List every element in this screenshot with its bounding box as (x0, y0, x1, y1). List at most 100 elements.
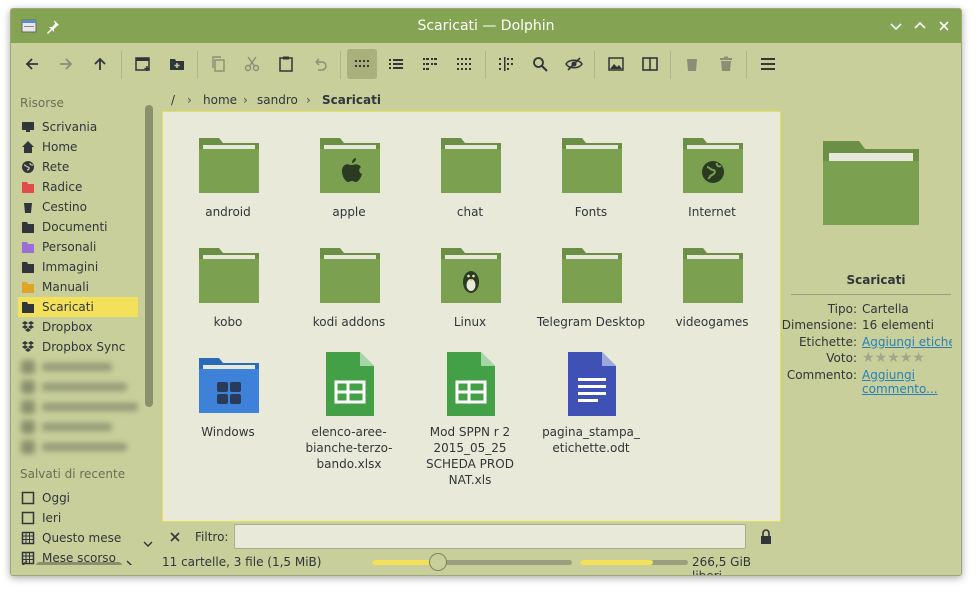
folder-icon (439, 242, 503, 306)
sidebar-item-hidden[interactable] (18, 377, 138, 397)
folder-item[interactable]: chat (410, 132, 530, 232)
star-icon[interactable]: ★ (887, 350, 900, 366)
details-view-button[interactable] (381, 49, 411, 79)
sidebar-item-hidden[interactable] (18, 397, 138, 417)
split-view-button[interactable] (635, 49, 665, 79)
sidebar-item-manuali[interactable]: Manuali (18, 277, 138, 297)
desktop-icon (22, 122, 34, 132)
file-name: kobo (213, 315, 243, 329)
trash-icon (23, 201, 33, 213)
folder-item[interactable]: android (168, 132, 288, 232)
sidebar-item-hidden[interactable] (18, 357, 138, 377)
sidebar-item-scaricati[interactable]: Scaricati (18, 297, 138, 317)
file-item[interactable]: pagina_stampa_ etichette.odt (531, 352, 651, 455)
titlebar[interactable]: Scaricati — Dolphin (11, 9, 961, 43)
preview-view-button[interactable] (449, 49, 479, 79)
sidebar-hscrollbar[interactable] (36, 562, 122, 565)
folder-item[interactable]: kodi addons (289, 242, 409, 342)
maximize-icon[interactable] (911, 17, 929, 35)
scroll-right-icon[interactable] (124, 559, 134, 565)
trash-button[interactable] (677, 49, 707, 79)
minimize-icon[interactable] (887, 17, 905, 35)
breadcrumb-home[interactable]: home (203, 93, 237, 107)
breadcrumb-sandro[interactable]: sandro (257, 93, 298, 107)
file-name: Windows (201, 425, 255, 439)
breadcrumb-root[interactable]: / (171, 93, 175, 107)
trash-icon (686, 57, 698, 71)
rating-stars[interactable]: ★★★★★ (862, 350, 925, 366)
menu-button[interactable] (753, 49, 783, 79)
folder-item[interactable]: Windows (168, 352, 288, 452)
add-tags-link[interactable]: Aggiungi etichett (862, 335, 952, 349)
sidebar-item-questo-mese[interactable]: Questo mese (18, 528, 138, 548)
sidebar-item-ieri[interactable]: Ieri (18, 508, 138, 528)
device-icon (21, 360, 35, 374)
breadcrumb-current[interactable]: Scaricati (322, 93, 381, 107)
search-button[interactable] (525, 49, 555, 79)
split-columns-button[interactable] (491, 49, 521, 79)
sidebar-scrollbar[interactable] (145, 105, 153, 407)
sidebar-item-documenti[interactable]: Documenti (18, 217, 138, 237)
forward-button[interactable] (51, 49, 81, 79)
sidebar-item-dropbox[interactable]: Dropbox (18, 317, 138, 337)
star-icon[interactable]: ★ (862, 350, 875, 366)
folder-item[interactable]: kobo (168, 242, 288, 342)
sidebar-item-hidden[interactable] (18, 417, 138, 437)
preview-image-icon (608, 57, 624, 71)
back-button[interactable] (17, 49, 47, 79)
folder-item[interactable]: Linux (410, 242, 530, 342)
lock-icon[interactable] (759, 529, 773, 545)
star-icon[interactable]: ★ (900, 350, 913, 366)
compact-view-button[interactable] (415, 49, 445, 79)
downloads-folder-icon (22, 302, 34, 313)
star-icon[interactable]: ★ (875, 350, 888, 366)
sidebar-item-home[interactable]: Home (18, 137, 138, 157)
split-view-icon (642, 57, 658, 71)
free-space-text: 266,5 GiB liberi (692, 555, 752, 576)
sidebar-item-oggi[interactable]: Oggi (18, 488, 138, 508)
preview-image-button[interactable] (601, 49, 631, 79)
folder-item[interactable]: Telegram Desktop (531, 242, 651, 342)
scroll-left-icon[interactable] (20, 559, 30, 565)
sidebar-item-cestino[interactable]: Cestino (18, 197, 138, 217)
add-comment-link[interactable]: Aggiungi commento... (862, 368, 938, 396)
zoom-slider[interactable] (372, 553, 572, 571)
folder-item[interactable]: Internet (652, 132, 772, 232)
new-window-button[interactable] (128, 49, 158, 79)
sidebar-item-rete[interactable]: Rete (18, 157, 138, 177)
file-item[interactable]: Mod SPPN r 2 2015_05_25 SCHEDA PROD NAT.… (410, 352, 530, 487)
close-icon[interactable] (935, 17, 953, 35)
network-icon (22, 161, 34, 173)
zoom-slider-handle[interactable] (429, 553, 447, 571)
device-icon (21, 420, 35, 434)
paste-button[interactable] (271, 49, 301, 79)
sidebar-item-immagini[interactable]: Immagini (18, 257, 138, 277)
copy-button[interactable] (203, 49, 233, 79)
hidden-files-icon (565, 57, 583, 71)
filter-label: Filtro: (195, 530, 229, 544)
info-panel: Scaricati Tipo: Cartella Dimensione: 16 … (782, 87, 961, 565)
sidebar-item-radice[interactable]: Radice (18, 177, 138, 197)
star-icon[interactable]: ★ (912, 350, 925, 366)
sidebar-item-scrivania[interactable]: Scrivania (18, 117, 138, 137)
cut-button[interactable] (237, 49, 267, 79)
scroll-down-icon[interactable] (142, 539, 154, 549)
sidebar-item-label: Personali (42, 240, 97, 254)
hidden-files-button[interactable] (559, 49, 589, 79)
sidebar-item-dropbox-sync[interactable]: Dropbox Sync (18, 337, 138, 357)
close-filter-icon[interactable] (169, 531, 181, 543)
folder-item[interactable]: Fonts (531, 132, 651, 232)
file-view[interactable]: android apple chat Fonts Internet kobo k… (162, 111, 781, 522)
delete-button[interactable] (711, 49, 741, 79)
up-button[interactable] (85, 49, 115, 79)
folder-item[interactable]: videogames (652, 242, 772, 342)
filter-input[interactable] (234, 524, 746, 549)
file-item[interactable]: elenco-aree- bianche-terzo- bando.xlsx (289, 352, 409, 471)
folder-item[interactable]: apple (289, 132, 409, 232)
info-size-value: 16 elementi (862, 318, 934, 332)
icons-view-button[interactable] (347, 49, 377, 79)
new-folder-button[interactable] (162, 49, 192, 79)
sidebar-item-hidden[interactable] (18, 437, 138, 457)
sidebar-item-personali[interactable]: Personali (18, 237, 138, 257)
undo-button[interactable] (305, 49, 335, 79)
